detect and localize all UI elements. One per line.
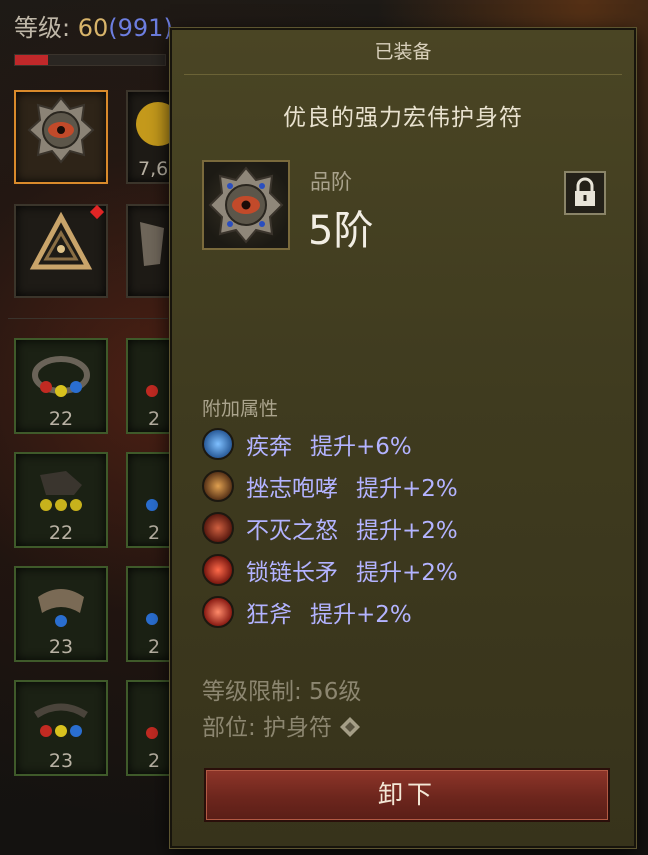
- gem-icon: [146, 726, 158, 739]
- gold-orb-icon: [136, 101, 170, 146]
- chain-spear-skill-icon: [202, 554, 234, 586]
- experience-bar: [14, 54, 166, 66]
- unequip-button[interactable]: 卸下: [204, 768, 610, 822]
- sprint-skill-icon: [202, 428, 234, 460]
- gem-slot-partial-4[interactable]: 2: [126, 680, 174, 776]
- amulet-icon: [208, 166, 284, 244]
- attribute-row: 锁链长矛 提升+2%: [202, 552, 458, 588]
- undying-rage-skill-icon: [202, 512, 234, 544]
- gem-slot-partial-1[interactable]: 2: [126, 338, 174, 434]
- equipped-header: 已装备: [374, 41, 432, 63]
- tier-value: 5阶: [308, 208, 374, 254]
- tier-label: 品阶: [310, 170, 352, 194]
- level-requirement: 等级限制: 56级: [202, 679, 362, 705]
- attribute-row: 疾奔 提升+6%: [202, 426, 412, 462]
- frenzy-axe-skill-icon: [202, 596, 234, 628]
- ring-with-gems-icon: [32, 355, 90, 397]
- equipment-slot-partial[interactable]: [126, 204, 174, 298]
- attribute-row: 狂斧 提升+2%: [202, 594, 412, 630]
- lock-button[interactable]: [564, 171, 606, 215]
- experience-bar-fill: [15, 55, 48, 65]
- amulet-icon: [27, 96, 95, 164]
- gem-slot-1[interactable]: 22: [14, 338, 108, 434]
- item-slot-type: 部位: 护身符: [202, 708, 361, 742]
- gem-icon: [146, 384, 158, 397]
- gem-icon: [146, 498, 158, 511]
- player-level: 等级: 60(991): [14, 14, 173, 42]
- paragon-value: (991): [108, 14, 173, 42]
- glove-with-gems-icon: [40, 470, 82, 511]
- gem-slot-partial-3[interactable]: 2: [126, 566, 174, 662]
- gem-icon: [146, 612, 158, 625]
- sigil-slot[interactable]: [14, 204, 108, 298]
- ring-slot-partial[interactable]: 7,6: [126, 90, 174, 184]
- amulet-slot-icon: [340, 717, 361, 737]
- item-name: 优良的强力宏伟护身符: [283, 105, 523, 131]
- item-tooltip: 已装备 优良的强力宏伟护身符 品阶 5阶 附加属性 疾奔 提升+6% 挫志咆哮 …: [170, 28, 636, 848]
- attributes-heading: 附加属性: [202, 398, 279, 420]
- lock-icon: [575, 177, 595, 206]
- bracer-with-gem-icon: [38, 588, 84, 627]
- demoralizing-roar-skill-icon: [202, 470, 234, 502]
- gem-slot-4[interactable]: 23: [14, 680, 108, 776]
- gem-slot-3[interactable]: 23: [14, 566, 108, 662]
- armor-piece-icon: [140, 221, 164, 266]
- header-divider: [184, 74, 622, 75]
- attribute-row: 挫志咆哮 提升+2%: [202, 468, 458, 504]
- attribute-row: 不灭之怒 提升+2%: [202, 510, 458, 546]
- gem-slot-2[interactable]: 22: [14, 452, 108, 548]
- item-icon-frame: [202, 160, 290, 250]
- gem-slot-partial-2[interactable]: 2: [126, 452, 174, 548]
- inventory-divider: [8, 318, 168, 319]
- level-value: 60: [77, 14, 109, 42]
- belt-with-gems-icon: [34, 703, 88, 737]
- triangle-sigil-icon: [29, 211, 93, 270]
- amulet-slot[interactable]: [14, 90, 108, 184]
